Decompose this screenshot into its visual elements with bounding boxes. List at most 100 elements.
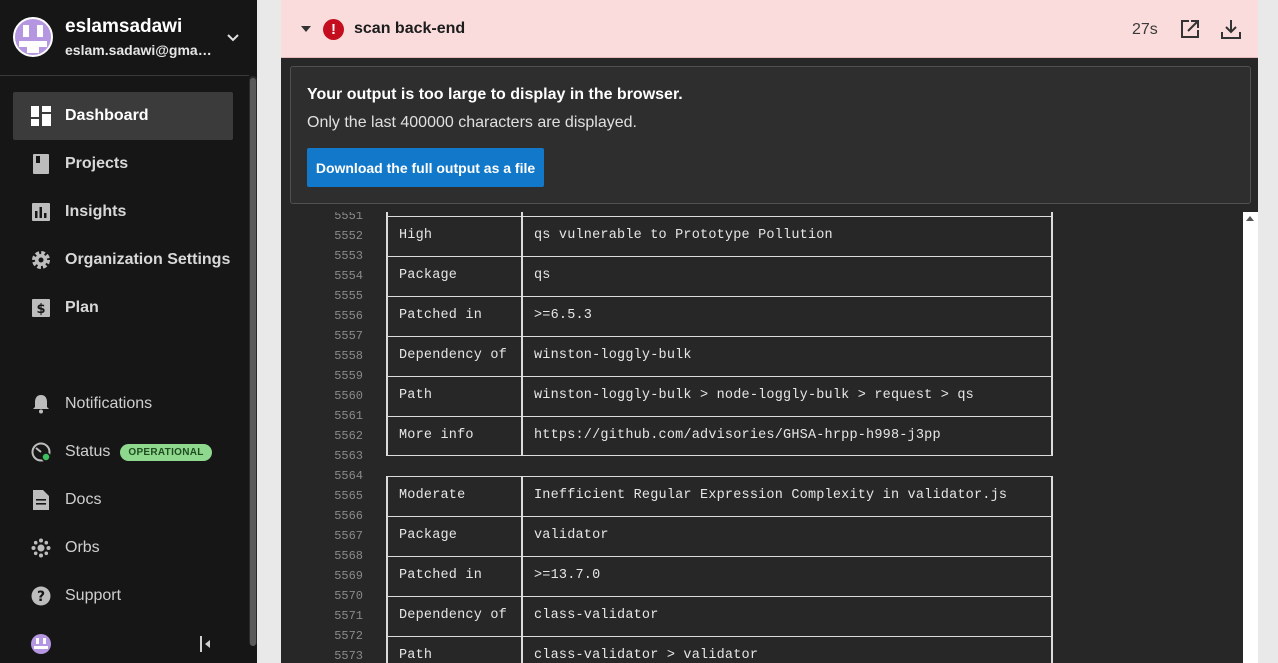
collapse-sidebar-icon[interactable] [197, 634, 213, 654]
sidebar-scrollbar[interactable] [249, 76, 257, 646]
orbs-icon [30, 537, 52, 559]
log-value: qs vulnerable to Prototype Pollution [534, 228, 833, 243]
sidebar-item-label: Dashboard [65, 107, 149, 124]
caret-down-icon[interactable] [301, 25, 311, 33]
line-number: 5573 [334, 649, 363, 663]
sidebar-item-plan[interactable]: $ Plan [13, 284, 233, 332]
main-content: ! scan back-end 27s Your output is too l… [257, 0, 1278, 663]
sidebar-item-support[interactable]: ? Support [13, 572, 233, 620]
log-line: 5570 [281, 586, 1242, 606]
log-line: 5554 Package qs [281, 266, 1242, 286]
line-number: 5558 [334, 349, 363, 363]
log-key: Dependency of [399, 348, 507, 363]
line-number: 5565 [334, 489, 363, 503]
log-line: 5561 [281, 406, 1242, 426]
log-value: winston-loggly-bulk [534, 348, 692, 363]
line-number: 5568 [334, 549, 363, 563]
line-number: 5557 [334, 329, 363, 343]
log-value: winston-loggly-bulk > node-loggly-bulk >… [534, 388, 974, 403]
line-number: 5553 [334, 249, 363, 263]
log-line: 5555 [281, 286, 1242, 306]
log-key: High [399, 228, 433, 243]
sidebar-item-label: Docs [65, 491, 102, 508]
log-line: 5564 [281, 466, 1242, 486]
log-line: 5558 Dependency of winston-loggly-bulk [281, 346, 1242, 366]
document-icon [30, 489, 52, 511]
notice-title: Your output is too large to display in t… [307, 86, 683, 103]
scroll-up-icon[interactable] [1246, 216, 1254, 221]
log-value: class-validator [534, 608, 659, 623]
line-number: 5567 [334, 529, 363, 543]
line-number: 5562 [334, 429, 363, 443]
sidebar-item-projects[interactable]: Projects [13, 140, 233, 188]
log-value: class-validator > validator [534, 648, 759, 663]
user-name: eslamsadawi [65, 16, 183, 37]
chevron-down-icon[interactable] [224, 28, 242, 46]
line-number: 5554 [334, 269, 363, 283]
step-panel: ! scan back-end 27s Your output is too l… [281, 0, 1258, 663]
log-line: 5567 Package validator [281, 526, 1242, 546]
log-line: 5571 Dependency of class-validator [281, 606, 1242, 626]
log-value: https://github.com/advisories/GHSA-hrpp-… [534, 428, 941, 443]
sidebar-item-label: Notifications [65, 395, 153, 412]
line-number: 5571 [334, 609, 363, 623]
sidebar-item-label: Status [65, 443, 111, 460]
status-icon [30, 441, 52, 463]
log-scrollbar[interactable] [1243, 212, 1258, 663]
sidebar-item-label: Projects [65, 155, 129, 172]
bar-chart-icon [30, 201, 52, 223]
log-line: 5572 [281, 626, 1242, 646]
sidebar-item-docs[interactable]: Docs [13, 476, 233, 524]
log-line: 5563 [281, 446, 1242, 466]
sidebar-item-status[interactable]: Status OPERATIONAL [13, 428, 233, 476]
book-icon [30, 153, 52, 175]
sidebar-item-organization-settings[interactable]: Organization Settings [13, 236, 233, 284]
log-line: 5551 [281, 212, 1242, 226]
line-number: 5555 [334, 289, 363, 303]
line-number: 5556 [334, 309, 363, 323]
sidebar-item-label: Plan [65, 299, 99, 316]
help-icon: ? [30, 585, 52, 607]
log-output[interactable]: 5551 5552 High qs vulnerable to Prototype P… [281, 212, 1242, 663]
notice-subtitle: Only the last 400000 characters are disp… [307, 114, 637, 131]
sidebar-item-insights[interactable]: Insights [13, 188, 233, 236]
log-key: More info [399, 428, 474, 443]
open-external-icon[interactable] [1180, 19, 1200, 39]
log-key: Patched in [399, 568, 483, 583]
log-value: Inefficient Regular Expression Complexit… [534, 488, 1008, 503]
gear-icon [30, 249, 52, 271]
line-number: 5566 [334, 509, 363, 523]
log-key: Package [399, 268, 458, 283]
log-value: >=13.7.0 [534, 568, 601, 583]
sidebar-item-dashboard[interactable]: Dashboard [13, 92, 233, 140]
bell-icon [30, 393, 52, 415]
log-key: Package [399, 528, 458, 543]
dollar-icon: $ [30, 297, 52, 319]
user-avatar [13, 17, 53, 57]
log-line: 5552 High qs vulnerable to Prototype Pollu… [281, 226, 1242, 246]
user-email: eslam.sadawi@gmail... [65, 42, 215, 58]
log-line: 5559 [281, 366, 1242, 386]
log-line: 5560 Path winston-loggly-bulk > node-loggl… [281, 386, 1242, 406]
log-value: >=6.5.3 [534, 308, 593, 323]
user-avatar-small[interactable] [31, 634, 51, 654]
app-root: eslamsadawi eslam.sadawi@gmail... Dashbo… [0, 0, 1278, 663]
sidebar-item-orbs[interactable]: Orbs [13, 524, 233, 572]
sidebar-item-label: Orbs [65, 539, 100, 556]
log-key: Dependency of [399, 608, 507, 623]
step-header[interactable]: ! scan back-end 27s [281, 0, 1258, 58]
sidebar-item-notifications[interactable]: Notifications [13, 380, 233, 428]
download-icon[interactable] [1220, 18, 1242, 40]
svg-text:?: ? [37, 589, 45, 605]
status-badge: OPERATIONAL [120, 443, 212, 461]
line-number: 5559 [334, 369, 363, 383]
line-number: 5563 [334, 449, 363, 463]
line-number: 5552 [334, 229, 363, 243]
svg-text:$: $ [36, 302, 45, 317]
log-key: Path [399, 388, 433, 403]
download-full-output-button[interactable]: Download the full output as a file [307, 148, 544, 187]
line-number: 5564 [334, 469, 363, 483]
sidebar-item-label: Organization Settings [65, 251, 231, 268]
log-line: 5553 [281, 246, 1242, 266]
profile-switcher[interactable]: eslamsadawi eslam.sadawi@gmail... [0, 0, 249, 76]
